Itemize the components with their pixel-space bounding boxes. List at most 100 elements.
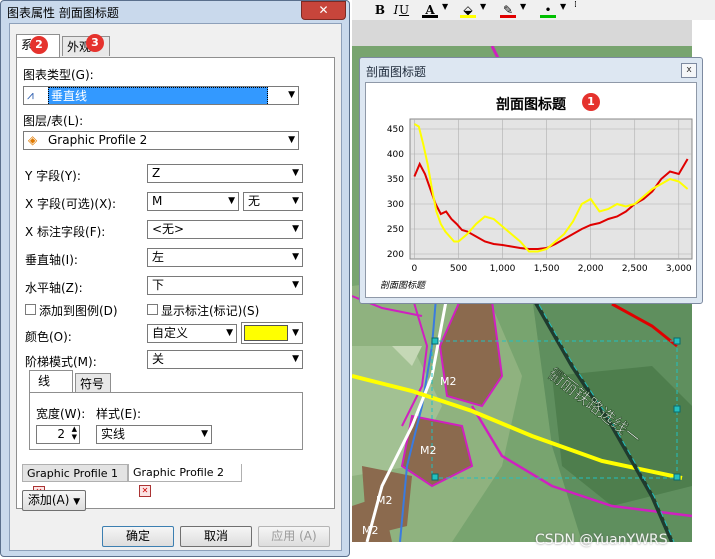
close-icon[interactable]: x	[681, 63, 697, 78]
toolbar-overflow-icon[interactable]: ⁞	[574, 0, 577, 10]
line-chart-icon: ⩘	[27, 88, 34, 102]
horizontal-axis-select[interactable]: 下 ▼	[147, 276, 303, 295]
chevron-down-icon: ▼	[292, 354, 299, 364]
color-picker[interactable]: ▼	[241, 322, 303, 344]
chevron-down-icon[interactable]: ▼	[442, 2, 448, 11]
x-tick-label: 500	[450, 264, 467, 274]
vertical-axis-value: 左	[152, 250, 165, 264]
subtab-label: 符号	[80, 377, 105, 391]
dialog-body: 系 2 外观 3 图表类型(G): ⩘ 垂直线 ▼ 图层/表(L): ◈ Gra…	[9, 23, 342, 551]
layer-value: Graphic Profile 2	[48, 133, 148, 147]
zone-label: M2	[362, 524, 379, 537]
color-mode-select[interactable]: 自定义 ▼	[147, 324, 237, 343]
y-tick-label: 200	[387, 250, 404, 260]
y-field-label: Y 字段(Y):	[25, 169, 81, 183]
stepper-arrows-icon[interactable]: ▲ ▼	[72, 426, 77, 441]
show-labels-checkbox[interactable]	[147, 304, 158, 315]
bold-button[interactable]: B	[372, 1, 388, 19]
chevron-down-icon: ▼	[292, 328, 299, 338]
color-mode-value: 自定义	[152, 326, 189, 340]
add-to-legend-label: 添加到图例(D)	[39, 304, 118, 318]
annotation-badge: 1	[582, 93, 600, 111]
underline-button[interactable]: U	[396, 1, 412, 19]
ok-button[interactable]: 确定	[102, 526, 174, 547]
width-label: 宽度(W):	[36, 407, 86, 421]
chevron-down-icon: ▼	[288, 90, 295, 100]
format-toolbar: B I U A ▼ ⬙ ▼ ✎ ▼ • ▼ ⁞	[352, 0, 715, 20]
chevron-down-icon[interactable]: ▼	[480, 2, 486, 11]
x-label-field-select[interactable]: <无> ▼	[147, 220, 303, 239]
x-tick-label: 0	[412, 264, 418, 274]
chevron-down-icon: ▼	[228, 196, 235, 206]
zone-label: M2	[420, 444, 437, 457]
zone-label: M2	[376, 494, 393, 507]
vertical-axis-label: 垂直轴(I):	[25, 253, 78, 267]
chart-title: 剖面图标题	[496, 96, 567, 113]
color-swatch	[244, 325, 288, 341]
marker-color-swatch	[540, 15, 556, 18]
chart-type-label: 图表类型(G):	[23, 68, 94, 82]
x-sort-select[interactable]: 无 ▼	[243, 192, 303, 211]
add-series-button[interactable]: 添加(A) ▼	[22, 490, 86, 511]
close-icon[interactable]: ✕	[139, 485, 151, 497]
x-axis-label: 剖面图标题	[380, 280, 427, 291]
chevron-down-icon: ▼	[292, 252, 299, 262]
y-tick-label: 300	[387, 200, 404, 210]
line-style-panel: 宽度(W): 2 ▲ ▼ 样式(E): 实线 ▼	[29, 392, 303, 450]
chart-window[interactable]: 剖面图标题 x 剖面图标题 200 250 300 350 400 450 0 500 1,000…	[359, 57, 703, 304]
x-field-select[interactable]: M ▼	[147, 192, 239, 211]
series-tab-profile-1[interactable]: Graphic Profile 1✕	[22, 464, 128, 498]
annotation-badge: 3	[86, 34, 104, 52]
line-style-select[interactable]: 实线 ▼	[96, 425, 212, 444]
chevron-down-icon[interactable]: ▼	[560, 2, 566, 11]
horizontal-axis-label: 水平轴(Z):	[25, 281, 83, 295]
x-field-label: X 字段(可选)(X):	[25, 197, 117, 211]
close-icon[interactable]: ✕	[301, 1, 346, 20]
subtab-symbol[interactable]: 符号	[75, 373, 111, 393]
x-tick-label: 1,500	[534, 264, 560, 274]
width-value: 2	[57, 427, 65, 441]
subtab-line[interactable]: 线	[29, 370, 73, 393]
zone-label: M2	[440, 375, 457, 388]
chevron-down-icon[interactable]: ▼	[520, 2, 526, 11]
add-button-label: 添加(A)	[27, 493, 70, 507]
apply-button[interactable]: 应用 (A)	[258, 526, 330, 547]
font-color-swatch	[422, 15, 438, 18]
y-field-value: Z	[152, 166, 161, 180]
series-tab-label: Graphic Profile 1	[27, 467, 119, 480]
chart-type-select[interactable]: ⩘ 垂直线 ▼	[23, 86, 299, 105]
x-sort-value: 无	[248, 194, 261, 208]
y-field-select[interactable]: Z ▼	[147, 164, 303, 183]
x-tick-label: 1,000	[490, 264, 516, 274]
x-label-field-label: X 标注字段(F):	[25, 225, 106, 239]
cancel-button[interactable]: 取消	[180, 526, 252, 547]
x-tick-label: 2,000	[578, 264, 604, 274]
chevron-down-icon: ▼	[292, 224, 299, 234]
y-tick-label: 450	[387, 125, 404, 135]
y-tick-label: 350	[387, 175, 404, 185]
chart-type-value: 垂直线	[48, 87, 268, 104]
chevron-down-icon: ▼	[292, 196, 299, 206]
chevron-down-icon: ▼	[73, 497, 81, 507]
chart-window-title: 剖面图标题	[366, 65, 427, 79]
style-label: 样式(E):	[96, 407, 141, 421]
width-stepper[interactable]: 2 ▲ ▼	[36, 425, 80, 444]
chevron-down-icon: ▼	[201, 429, 208, 439]
show-labels-label: 显示标注(标记)(S)	[161, 304, 260, 318]
vertical-axis-select[interactable]: 左 ▼	[147, 248, 303, 267]
x-label-field-value: <无>	[152, 222, 185, 236]
chevron-down-icon: ▼	[292, 168, 299, 178]
step-mode-select[interactable]: 关 ▼	[147, 350, 303, 369]
layer-select[interactable]: ◈ Graphic Profile 2 ▼	[23, 131, 299, 150]
series-tab-label: Graphic Profile 2	[133, 466, 225, 479]
add-to-legend-checkbox[interactable]	[25, 304, 36, 315]
x-field-value: M	[152, 194, 163, 208]
chevron-down-icon: ▼	[292, 280, 299, 290]
watermark: CSDN @YuanYWRS	[535, 532, 668, 548]
step-mode-label: 阶梯模式(M):	[25, 355, 97, 369]
layout-margin	[352, 20, 692, 46]
layer-label: 图层/表(L):	[23, 114, 84, 128]
series-tab-profile-2[interactable]: Graphic Profile 2 ✕	[128, 464, 242, 497]
x-tick-label: 3,000	[666, 264, 692, 274]
tab-page: 图表类型(G): ⩘ 垂直线 ▼ 图层/表(L): ◈ Graphic Prof…	[16, 57, 335, 509]
